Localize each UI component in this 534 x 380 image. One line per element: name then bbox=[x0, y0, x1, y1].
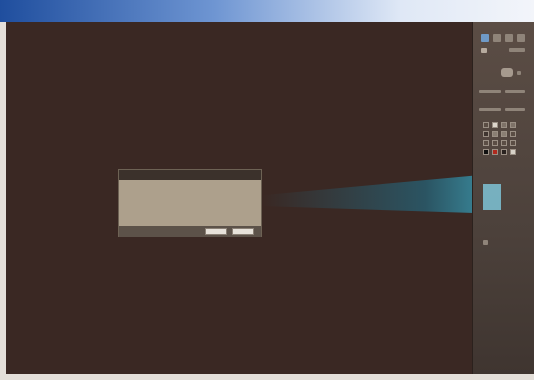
brush-icon[interactable] bbox=[493, 34, 501, 42]
swatch-12[interactable] bbox=[510, 140, 516, 146]
swatch-10[interactable] bbox=[492, 140, 498, 146]
swatch-light[interactable] bbox=[510, 149, 516, 155]
cursor-icon[interactable] bbox=[481, 34, 489, 42]
slider-d[interactable] bbox=[505, 108, 525, 111]
slider-b[interactable] bbox=[505, 90, 525, 93]
dialog-footer bbox=[119, 226, 261, 237]
dial-reset-button[interactable] bbox=[517, 71, 521, 75]
swatch-6[interactable] bbox=[492, 131, 498, 137]
swatch-11[interactable] bbox=[501, 140, 507, 146]
tools-panel bbox=[472, 22, 534, 374]
swatch-red[interactable] bbox=[492, 149, 498, 155]
swatch-1[interactable] bbox=[483, 122, 489, 128]
slider-a[interactable] bbox=[479, 90, 501, 93]
slider-c[interactable] bbox=[479, 108, 501, 111]
lasso-icon[interactable] bbox=[517, 34, 525, 42]
window-titlebar bbox=[0, 0, 534, 22]
swatch-black[interactable] bbox=[483, 149, 489, 155]
swatch-7[interactable] bbox=[501, 131, 507, 137]
highlighted-panel-item[interactable] bbox=[483, 184, 501, 210]
swatch-2[interactable] bbox=[492, 122, 498, 128]
window-frame-bottom bbox=[0, 374, 534, 380]
swatch-dark[interactable] bbox=[501, 149, 507, 155]
eraser-icon[interactable] bbox=[505, 34, 513, 42]
dial-control[interactable] bbox=[501, 68, 513, 77]
swatch-9[interactable] bbox=[483, 140, 489, 146]
swatch-5[interactable] bbox=[483, 131, 489, 137]
mode-dropdown[interactable] bbox=[509, 48, 525, 52]
ok-button[interactable] bbox=[205, 228, 227, 235]
mode-icon[interactable] bbox=[481, 48, 487, 53]
dialog-title bbox=[119, 170, 261, 180]
swatch-3[interactable] bbox=[501, 122, 507, 128]
confirm-dialog bbox=[118, 169, 262, 237]
cancel-button[interactable] bbox=[232, 228, 254, 235]
info-icon bbox=[483, 240, 488, 245]
swatch-8[interactable] bbox=[510, 131, 516, 137]
swatch-4[interactable] bbox=[510, 122, 516, 128]
